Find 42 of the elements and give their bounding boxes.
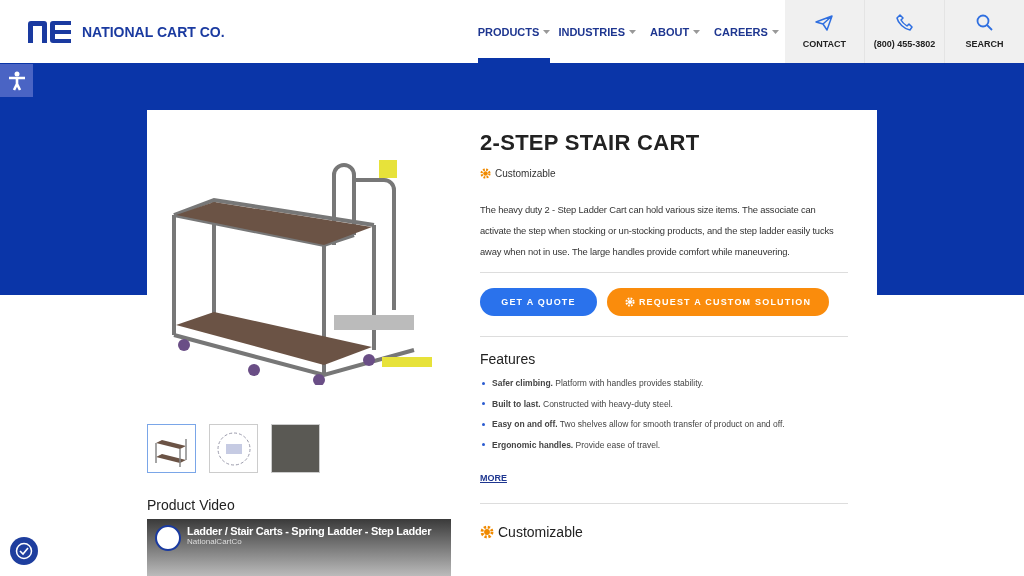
bullet-icon [482, 422, 485, 426]
feature-item: Built to last. Constructed with heavy-duty steel. [492, 397, 673, 410]
caret-icon [629, 29, 636, 34]
person-icon [7, 70, 26, 91]
accessibility-widget-button[interactable] [10, 537, 38, 565]
nav-link[interactable]: ABOUT [650, 0, 707, 63]
bullet-icon [482, 402, 485, 406]
product-thumbnail[interactable] [209, 424, 258, 473]
more-link[interactable]: MORE [480, 473, 507, 483]
paper-plane-icon [815, 14, 834, 31]
channel-avatar [155, 525, 181, 551]
product-thumbnail[interactable] [147, 424, 196, 473]
nav-link[interactable]: INDUSTRIES [558, 0, 642, 63]
feature-item: Ergonomic handles. Provide ease of travel. [492, 438, 661, 451]
section-heading: Features [480, 351, 537, 367]
video-title[interactable]: Ladder / Stair Carts - Spring Ladder - Step Ladder [187, 525, 432, 537]
badge-label: Customizable [495, 168, 556, 179]
caret-icon [543, 29, 551, 34]
quote-button[interactable]: GET A QUOTE [480, 288, 597, 316]
bullet-icon [482, 443, 485, 447]
utility-link[interactable]: CONTACT [784, 0, 864, 63]
feature-item: Safer climbing. Platform with handles provides stability. [492, 377, 704, 390]
gear-icon [480, 168, 491, 179]
video-player[interactable]: Ladder / Stair Carts - Spring Ladder - Step Ladder NationalCartCo [147, 519, 451, 576]
section-heading: Product Video [147, 497, 236, 513]
product-title: 2-STEP STAIR CART [480, 130, 701, 156]
bullet-icon [482, 381, 485, 385]
accessibility-button[interactable] [0, 64, 33, 97]
phone-icon [895, 14, 913, 31]
section-heading: Customizable [498, 524, 583, 540]
search-icon [976, 14, 993, 31]
gear-icon [480, 525, 494, 539]
brand-name[interactable]: NATIONAL CART CO. [82, 23, 225, 40]
nav-link[interactable]: CAREERS [714, 0, 785, 63]
channel-name: NationalCartCo [187, 537, 243, 546]
product-thumbnail[interactable] [271, 424, 320, 473]
caret-icon [693, 29, 701, 34]
caret-icon [771, 29, 779, 34]
gear-icon [624, 297, 635, 307]
logo-icon[interactable] [26, 19, 72, 44]
product-description: The heavy duty 2 - Step Ladder Cart can hold various size items. The associate can activate the step when stocking or un-stocking products, and the step ladder easily tucks away when not in use. The large handles provide comfort while maneuvering. [480, 203, 835, 259]
feature-item: Easy on and off. Two shelves allow for smooth transfer of product on and off. [492, 418, 785, 431]
